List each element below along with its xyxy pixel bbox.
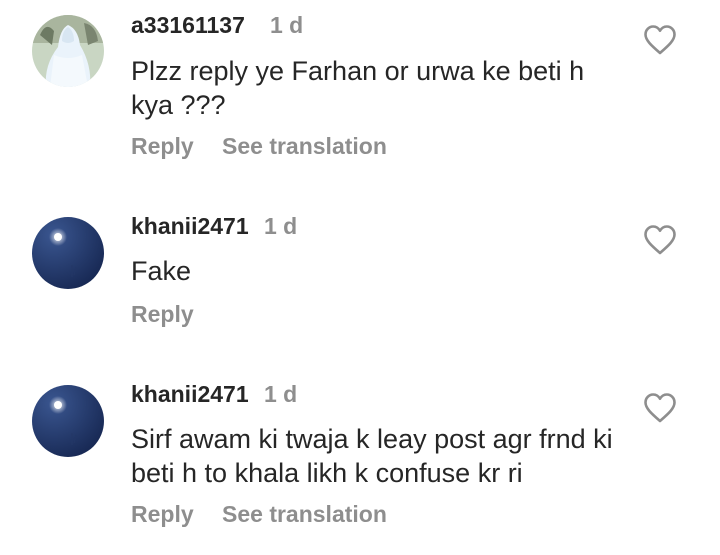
moon-night-icon: [32, 385, 104, 457]
like-button[interactable]: [643, 224, 677, 256]
reply-button[interactable]: Reply: [131, 301, 194, 328]
heart-outline-icon: [644, 393, 676, 423]
moon-night-icon: [32, 217, 104, 289]
comment-item: khanii2471 1 d Fake Reply: [0, 195, 720, 345]
comment-timestamp: 1 d: [264, 381, 298, 407]
like-button[interactable]: [643, 24, 677, 56]
comment-text: Sirf awam ki twaja k leay post agr frnd …: [131, 424, 613, 488]
comment-timestamp: 1 d: [270, 12, 304, 38]
comment-username[interactable]: khanii2471: [131, 381, 249, 408]
reply-button[interactable]: Reply: [131, 133, 194, 160]
comment-text: Plzz reply ye Farhan or urwa ke beti h k…: [131, 56, 585, 120]
avatar[interactable]: [32, 15, 104, 87]
comment-username[interactable]: khanii2471: [131, 213, 249, 240]
reply-button[interactable]: Reply: [131, 501, 194, 528]
avatar[interactable]: [32, 217, 104, 289]
see-translation-button[interactable]: See translation: [222, 501, 387, 528]
heart-outline-icon: [644, 225, 676, 255]
comment-timestamp: 1 d: [264, 213, 298, 239]
like-button[interactable]: [643, 392, 677, 424]
comment-username[interactable]: a33161137: [131, 12, 245, 39]
comment-item: a33161137 1 d Plzz reply ye Farhan or ur…: [0, 0, 720, 180]
avatar[interactable]: [32, 385, 104, 457]
bride-photo-icon: [32, 15, 104, 87]
comment-item: khanii2471 1 d Sirf awam ki twaja k leay…: [0, 363, 720, 555]
heart-outline-icon: [644, 25, 676, 55]
comment-text: Fake: [131, 256, 192, 286]
see-translation-button[interactable]: See translation: [222, 133, 387, 160]
